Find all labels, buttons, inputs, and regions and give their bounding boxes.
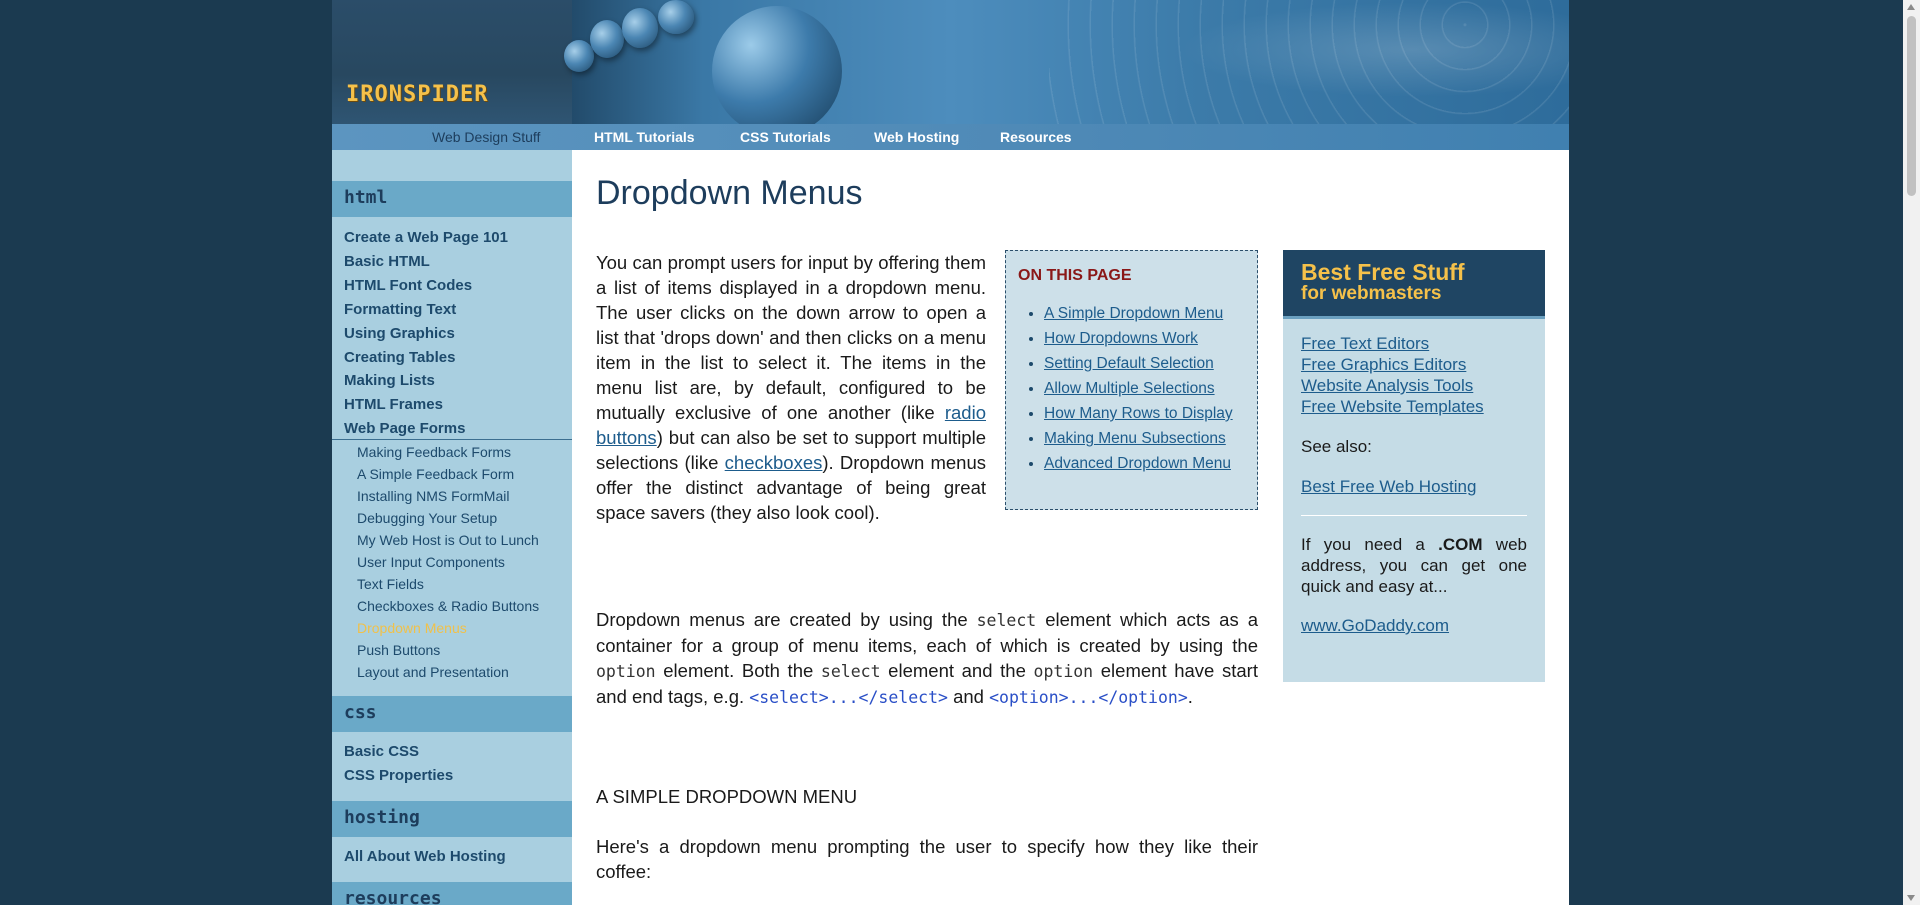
sidebar-sublink[interactable]: Push Buttons <box>357 642 440 658</box>
vertical-scrollbar[interactable] <box>1903 0 1920 905</box>
intro-text: You can prompt users for input by offeri… <box>596 252 986 423</box>
body-text: Dropdown menus are created by using the <box>596 609 977 630</box>
sidebar-heading-hosting: hosting <box>332 801 572 837</box>
sidebar-heading-css: css <box>332 696 572 732</box>
see-also-label: See also: <box>1301 437 1372 456</box>
list-item: How Many Rows to Display <box>1044 405 1245 423</box>
sidebar-link[interactable]: Making Lists <box>344 372 435 389</box>
on-this-page-link[interactable]: Making Menu Subsections <box>1044 430 1226 447</box>
sidebar-sublink[interactable]: User Input Components <box>357 554 505 570</box>
body-text: element and the <box>880 660 1034 681</box>
site-label: Web Design Stuff <box>432 129 541 145</box>
left-sidebar: html Create a Web Page 101 Basic HTML HT… <box>332 150 572 905</box>
sidebar-sublink[interactable]: My Web Host is Out to Lunch <box>357 532 539 548</box>
code-select-tags: <select>...</select> <box>749 688 948 707</box>
banner-bead-image <box>590 20 624 58</box>
on-this-page-link[interactable]: How Dropdowns Work <box>1044 330 1198 347</box>
banner-sphere-image <box>712 6 842 124</box>
free-stuff-link[interactable]: Free Graphics Editors <box>1301 354 1527 375</box>
sidebar-sublink[interactable]: Text Fields <box>357 576 424 592</box>
list-item: A Simple Dropdown Menu <box>1044 305 1245 323</box>
sidebar-heading-resources: resources <box>332 882 572 905</box>
banner-web-image <box>1049 0 1569 124</box>
godaddy-link[interactable]: www.GoDaddy.com <box>1301 615 1527 636</box>
body-text: and <box>947 686 990 707</box>
sidebar-sublink-active[interactable]: Dropdown Menus <box>357 620 467 636</box>
sidebar-link[interactable]: CSS Properties <box>344 767 453 784</box>
sidebar-link[interactable]: Basic CSS <box>344 743 419 760</box>
sidebar-link[interactable]: All About Web Hosting <box>344 848 506 865</box>
sidebar-divider <box>332 439 572 440</box>
body-text: element. Both the <box>655 660 821 681</box>
best-free-stuff-title: Best Free Stuff <box>1301 259 1465 285</box>
on-this-page-link[interactable]: Setting Default Selection <box>1044 355 1214 372</box>
free-stuff-link[interactable]: Free Website Templates <box>1301 396 1527 417</box>
sidebar-sublink[interactable]: Layout and Presentation <box>357 664 509 680</box>
best-free-stuff-links: Free Text Editors Free Graphics Editors … <box>1283 319 1545 636</box>
best-free-stuff-header: Best Free Stuff for webmasters <box>1283 250 1545 319</box>
free-stuff-link[interactable]: Free Text Editors <box>1301 333 1527 354</box>
on-this-page-link[interactable]: Allow Multiple Selections <box>1044 380 1215 397</box>
com-promo-text: If you need a .COM web address, you can … <box>1301 534 1527 597</box>
promo-text: If you need a <box>1301 535 1439 554</box>
sidebar-link[interactable]: HTML Font Codes <box>344 277 472 294</box>
list-item: Advanced Dropdown Menu <box>1044 455 1245 473</box>
list-item: Making Menu Subsections <box>1044 430 1245 448</box>
sidebar-link[interactable]: Formatting Text <box>344 301 456 318</box>
nav-resources[interactable]: Resources <box>1000 129 1072 145</box>
sidebar-sublink[interactable]: Checkboxes & Radio Buttons <box>357 598 539 614</box>
com-bold: .COM <box>1438 535 1483 554</box>
best-free-stuff-box: Best Free Stuff for webmasters Free Text… <box>1283 250 1545 682</box>
banner-bead-image <box>658 0 694 34</box>
nav-html-tutorials[interactable]: HTML Tutorials <box>594 129 695 145</box>
section-heading: A SIMPLE DROPDOWN MENU <box>596 786 858 807</box>
code-select: select <box>976 611 1037 630</box>
checkboxes-link[interactable]: checkboxes <box>725 452 823 473</box>
sidebar-sublink[interactable]: Making Feedback Forms <box>357 444 511 460</box>
sidebar-link[interactable]: Web Page Forms <box>344 420 465 437</box>
on-this-page-link[interactable]: Advanced Dropdown Menu <box>1044 455 1231 472</box>
sidebar-sublink[interactable]: A Simple Feedback Form <box>357 466 514 482</box>
coffee-paragraph: Here's a dropdown menu prompting the use… <box>596 836 1258 882</box>
nav-web-hosting[interactable]: Web Hosting <box>874 129 959 145</box>
sidebar-link[interactable]: Basic HTML <box>344 253 430 270</box>
page-container: IRONSPIDER Web Design Stuff HTML Tutoria… <box>332 0 1569 905</box>
list-item: Allow Multiple Selections <box>1044 380 1245 398</box>
sidebar-link[interactable]: Using Graphics <box>344 325 455 342</box>
sidebar-link[interactable]: HTML Frames <box>344 396 443 413</box>
banner-bead-image <box>564 40 594 72</box>
code-option-tags: <option>...</option> <box>989 688 1188 707</box>
on-this-page-title: ON THIS PAGE <box>1018 267 1132 284</box>
sidebar-link[interactable]: Creating Tables <box>344 349 455 366</box>
code-option: option <box>1033 662 1094 681</box>
on-this-page-list: A Simple Dropdown Menu How Dropdowns Wor… <box>1018 305 1245 473</box>
scroll-up-arrow-icon[interactable] <box>1907 4 1915 10</box>
page-title: Dropdown Menus <box>596 174 863 212</box>
divider <box>1301 515 1527 516</box>
on-this-page-box: ON THIS PAGE A Simple Dropdown Menu How … <box>1005 250 1258 510</box>
best-free-web-hosting-link[interactable]: Best Free Web Hosting <box>1301 476 1527 497</box>
list-item: Setting Default Selection <box>1044 355 1245 373</box>
intro-paragraph: You can prompt users for input by offeri… <box>596 250 986 525</box>
body-text: . <box>1187 686 1193 707</box>
free-stuff-link[interactable]: Website Analysis Tools <box>1301 375 1527 396</box>
on-this-page-link[interactable]: How Many Rows to Display <box>1044 405 1233 422</box>
top-nav: Web Design Stuff HTML Tutorials CSS Tuto… <box>332 124 1569 150</box>
scroll-down-arrow-icon[interactable] <box>1907 895 1915 901</box>
select-explanation-paragraph: Dropdown menus are created by using the … <box>596 607 1258 710</box>
banner-bead-image <box>622 8 658 48</box>
sidebar-heading-html: html <box>332 181 572 217</box>
best-free-stuff-subtitle: for webmasters <box>1301 283 1442 304</box>
sidebar-sublink[interactable]: Installing NMS FormMail <box>357 488 509 504</box>
header-banner: IRONSPIDER <box>332 0 1569 124</box>
nav-css-tutorials[interactable]: CSS Tutorials <box>740 129 831 145</box>
scrollbar-thumb[interactable] <box>1907 16 1916 196</box>
on-this-page-link[interactable]: A Simple Dropdown Menu <box>1044 305 1223 322</box>
site-logo[interactable]: IRONSPIDER <box>346 82 488 107</box>
code-select: select <box>820 662 881 681</box>
sidebar-link[interactable]: Create a Web Page 101 <box>344 229 508 246</box>
code-option: option <box>596 662 656 681</box>
list-item: How Dropdowns Work <box>1044 330 1245 348</box>
sidebar-sublink[interactable]: Debugging Your Setup <box>357 510 497 526</box>
